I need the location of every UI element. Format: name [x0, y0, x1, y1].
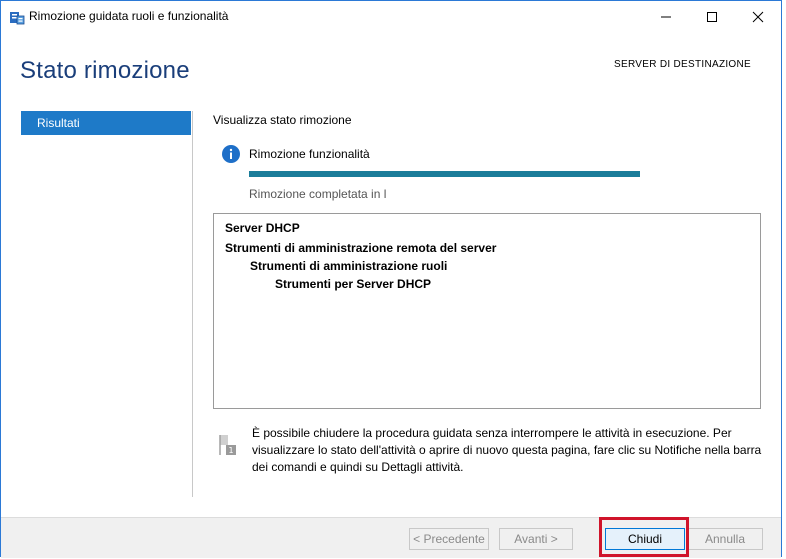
- result-item: Server DHCP: [225, 221, 300, 235]
- title-bar: Rimozione guidata ruoli e funzionalità: [1, 1, 781, 33]
- button-bar: < Precedente Avanti > Chiudi Annulla: [1, 517, 781, 558]
- flag-icon: 1: [218, 433, 238, 457]
- server-manager-icon: [9, 9, 25, 25]
- page-title: Stato rimozione: [20, 57, 190, 84]
- minimize-button[interactable]: [643, 1, 689, 33]
- progress-fill: [249, 171, 640, 177]
- progress-bar: [249, 171, 640, 177]
- result-item: Strumenti di amministrazione remota del …: [225, 241, 497, 255]
- completion-status: Rimozione completata in l: [249, 187, 387, 201]
- maximize-icon: [707, 12, 717, 22]
- result-item: Strumenti per Server DHCP: [275, 277, 432, 291]
- wizard-nav: Risultati: [21, 111, 191, 135]
- result-item: Strumenti di amministrazione ruoli: [250, 259, 448, 273]
- close-window-button[interactable]: [735, 1, 781, 33]
- close-button[interactable]: Chiudi: [605, 528, 685, 550]
- close-icon: [752, 11, 764, 23]
- section-label: Visualizza stato rimozione: [213, 113, 352, 127]
- svg-text:1: 1: [228, 446, 233, 455]
- nav-divider: [192, 111, 193, 497]
- nav-item-risultati[interactable]: Risultati: [21, 111, 191, 135]
- info-icon: [222, 145, 240, 163]
- cancel-button[interactable]: Annulla: [687, 528, 763, 550]
- window-title: Rimozione guidata ruoli e funzionalità: [29, 9, 229, 23]
- next-button[interactable]: Avanti >: [499, 528, 573, 550]
- background-task-note: È possibile chiudere la procedura guidat…: [252, 426, 762, 474]
- wizard-window: Rimozione guidata ruoli e funzionalità S…: [0, 0, 782, 558]
- minimize-icon: [661, 16, 671, 18]
- destination-server-label: SERVER DI DESTINAZIONE: [614, 59, 751, 70]
- maximize-button[interactable]: [689, 1, 735, 33]
- previous-button[interactable]: < Precedente: [409, 528, 489, 550]
- status-title: Rimozione funzionalità: [249, 147, 370, 161]
- results-list[interactable]: Server DHCP Strumenti di amministrazione…: [213, 213, 761, 409]
